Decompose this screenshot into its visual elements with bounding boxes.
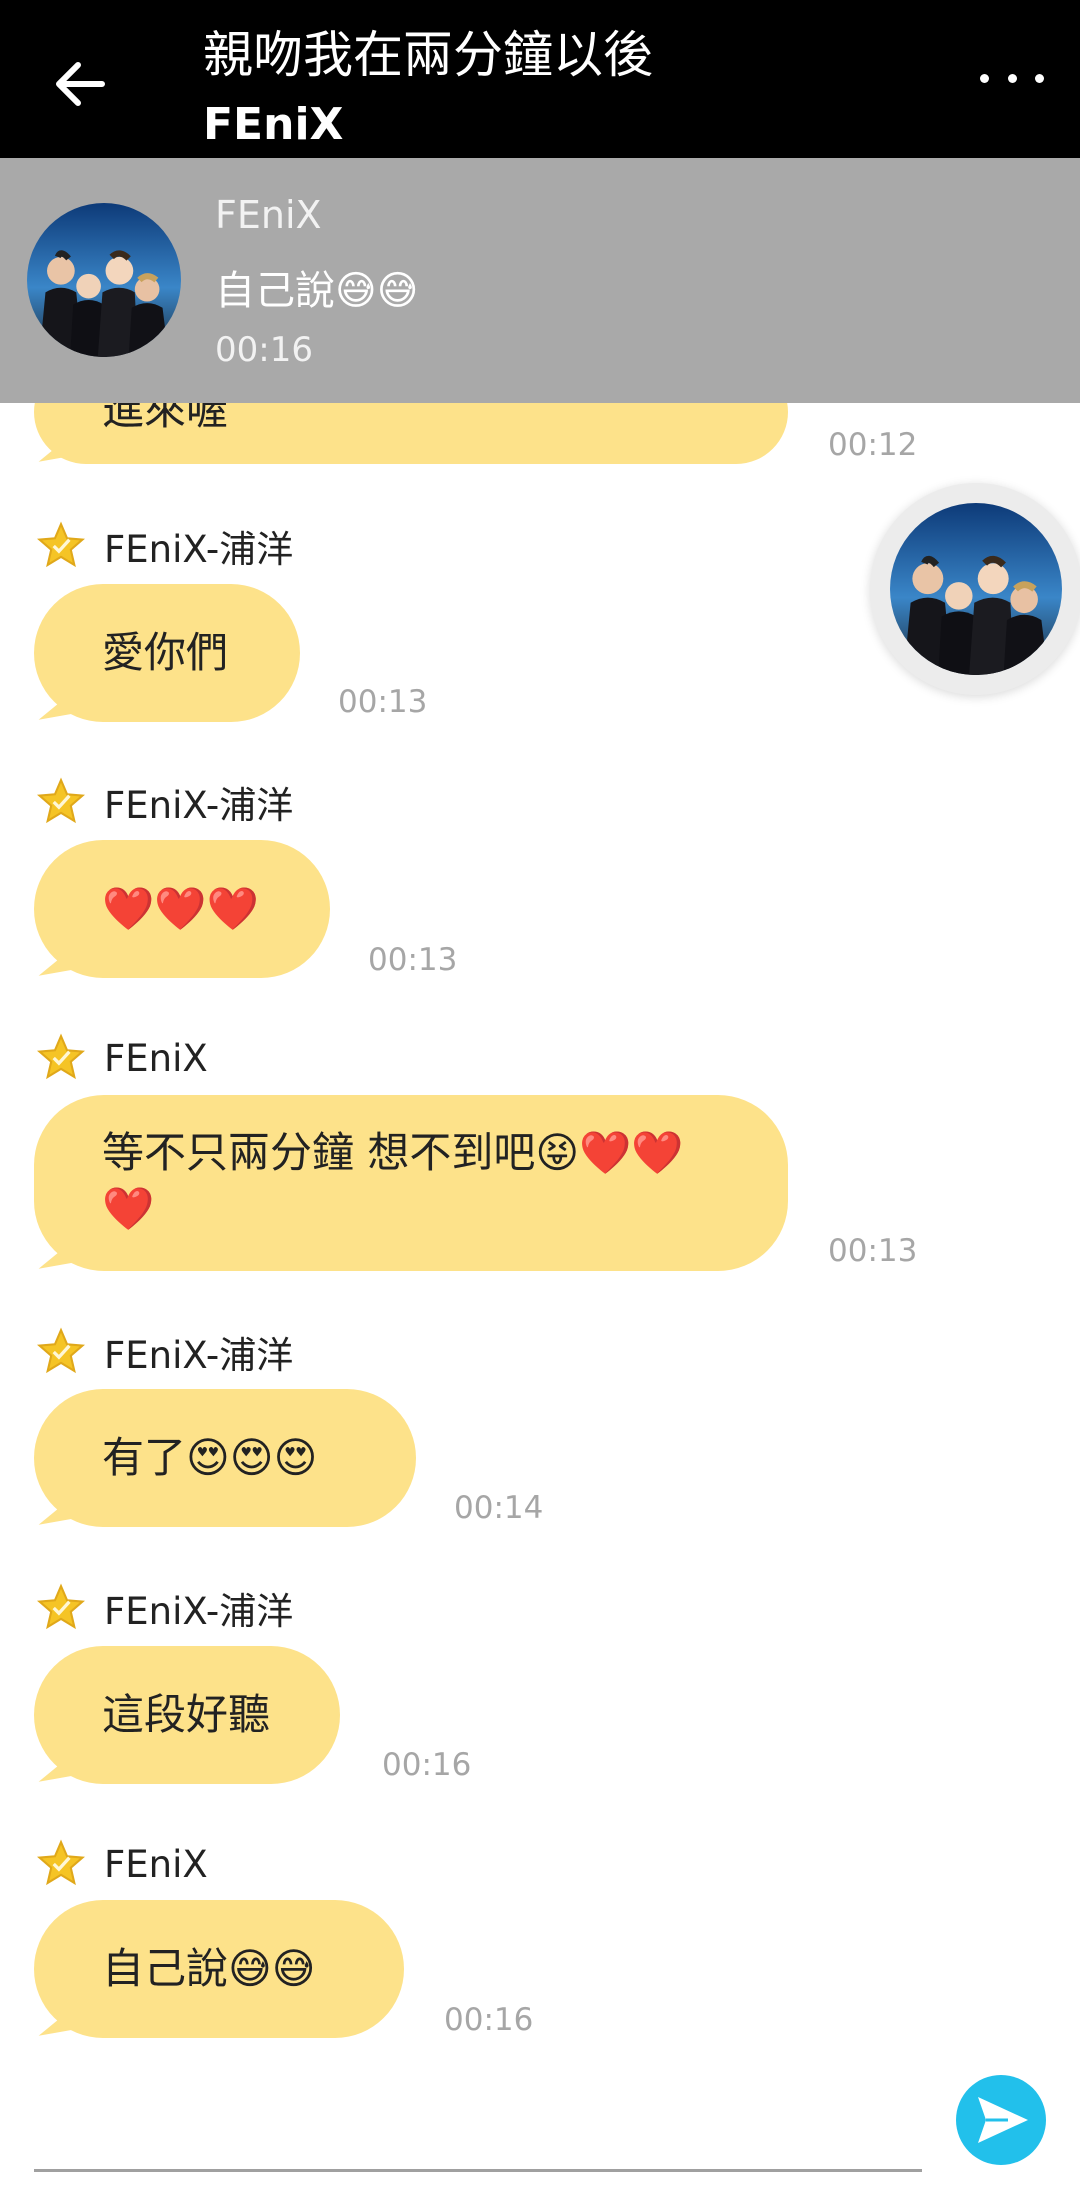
sender-row: FEniX <box>36 1028 208 1088</box>
message-time: 00:13 <box>338 684 428 720</box>
sender-name: FEniX <box>104 1842 208 1886</box>
sender-name: FEniX-浦洋 <box>104 1334 294 1377</box>
star-icon <box>36 1327 86 1377</box>
message-text: 愛你們 <box>102 628 229 677</box>
message-bubble[interactable]: ❤️❤️❤️ <box>34 840 330 978</box>
message-time: 00:14 <box>454 1490 544 1526</box>
more-horizontal-icon <box>980 73 989 83</box>
star-icon <box>36 1033 86 1083</box>
message-bubble[interactable]: 自己說😅😅 <box>34 1900 404 2038</box>
message-text-line: 等不只兩分鐘 想不到吧😝❤️❤️ <box>102 1128 684 1177</box>
message-bubble[interactable]: 愛你們 <box>34 584 300 722</box>
message-time: 00:13 <box>368 942 458 978</box>
pinned-message-time: 00:16 <box>215 330 313 370</box>
sender-row: FEniX-浦洋 <box>36 1578 293 1638</box>
message-input-underline[interactable] <box>34 2169 922 2172</box>
message-time: 00:13 <box>828 1233 918 1269</box>
floating-avatar[interactable] <box>870 483 1080 695</box>
more-dot <box>1007 73 1017 83</box>
message-bubble[interactable]: 有了😍😍😍 <box>34 1389 416 1527</box>
group-avatar <box>27 203 181 357</box>
sender-row: FEniX-浦洋 <box>36 772 293 832</box>
send-icon <box>978 2097 1028 2143</box>
star-icon <box>36 1583 86 1633</box>
pinned-message-banner[interactable]: FEniX 自己說😅😅 00:16 <box>0 158 1080 403</box>
pinned-message-text: 自己說😅😅 <box>215 268 419 314</box>
arrow-left-icon <box>56 62 105 106</box>
top-bar: 親吻我在兩分鐘以後 FEniX <box>0 0 1080 158</box>
group-avatar <box>890 503 1062 675</box>
message-time: 00:16 <box>382 1747 472 1783</box>
more-dot <box>1035 73 1044 83</box>
sender-name: FEniX-浦洋 <box>104 1590 294 1633</box>
send-button[interactable] <box>956 2075 1046 2165</box>
sender-name: FEniX-浦洋 <box>104 528 294 571</box>
message-text: ❤️❤️❤️ <box>102 884 259 933</box>
message-text-line: ❤️ <box>102 1184 155 1233</box>
back-button[interactable] <box>48 52 112 116</box>
pinned-sender-name: FEniX <box>215 193 322 237</box>
message-text: 這段好聽 <box>102 1690 271 1739</box>
sender-name: FEniX <box>104 1036 208 1080</box>
message-text: 有了😍😍😍 <box>102 1433 318 1482</box>
message-bubble[interactable]: 等不只兩分鐘 想不到吧😝❤️❤️ ❤️ <box>34 1095 788 1271</box>
chat-title: 親吻我在兩分鐘以後 <box>203 26 653 84</box>
message-time: 00:16 <box>444 2002 534 2038</box>
sender-row: FEniX-浦洋 <box>36 516 293 576</box>
star-icon <box>36 777 86 827</box>
star-icon <box>36 1839 86 1889</box>
chat-subtitle: FEniX <box>203 99 344 150</box>
sender-row: FEniX-浦洋 <box>36 1322 293 1382</box>
message-time: 00:12 <box>828 427 918 463</box>
more-button[interactable] <box>980 54 1044 102</box>
star-icon <box>36 521 86 571</box>
sender-row: FEniX <box>36 1834 208 1894</box>
sender-name: FEniX-浦洋 <box>104 784 294 827</box>
message-bubble[interactable]: 這段好聽 <box>34 1646 340 1784</box>
message-text: 自己說😅😅 <box>102 1944 316 1993</box>
